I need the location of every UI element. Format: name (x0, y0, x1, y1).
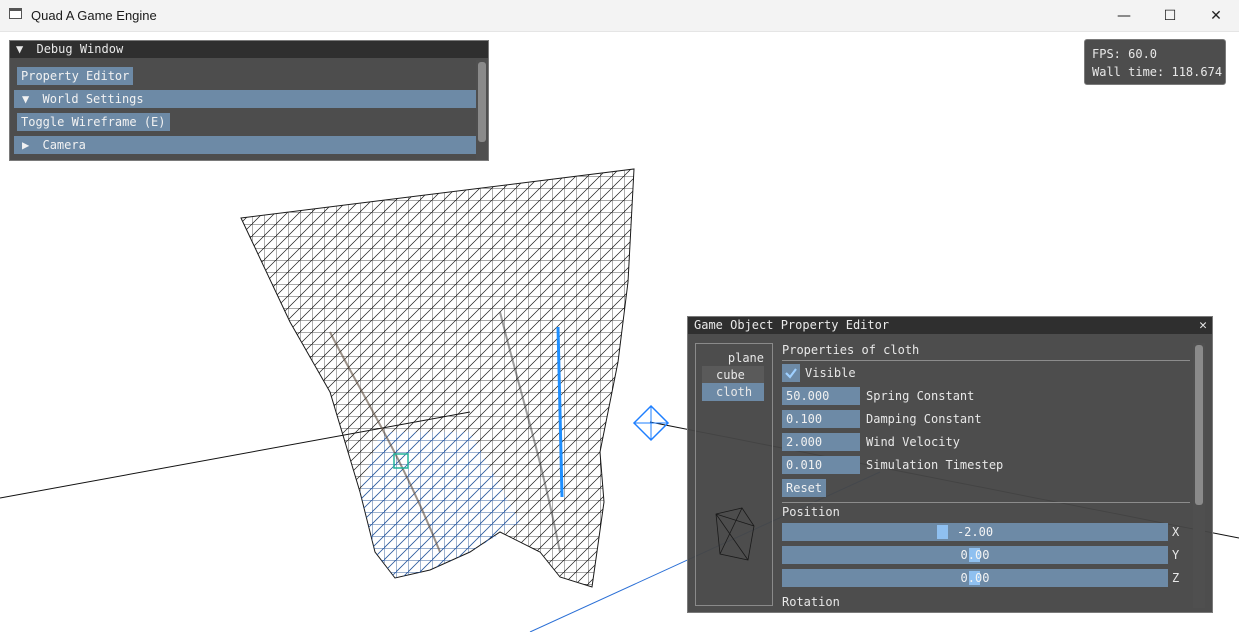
wind-velocity-input[interactable]: 2.000 (782, 433, 860, 451)
property-editor-button[interactable]: Property Editor (17, 67, 134, 85)
property-editor-window[interactable]: Game Object Property Editor ✕ plane cube… (687, 316, 1213, 613)
reset-button[interactable]: Reset (782, 479, 827, 497)
object-item-cube[interactable]: cube (702, 366, 764, 384)
stats-overlay: FPS: 60.0 Wall time: 118.674 (1084, 39, 1226, 85)
minimize-button[interactable]: — (1101, 0, 1147, 31)
simulation-timestep-input[interactable]: 0.010 (782, 456, 860, 474)
check-icon (785, 368, 797, 379)
position-z-value: 0.00 (960, 571, 990, 585)
world-settings-header[interactable]: ▼ World Settings (14, 90, 476, 108)
rotation-heading: Rotation (782, 595, 840, 609)
position-heading: Position (782, 505, 840, 519)
spring-constant-input[interactable]: 50.000 (782, 387, 860, 405)
property-editor-scrollbar[interactable] (1193, 343, 1205, 608)
property-editor-scrollbar-grab[interactable] (1195, 345, 1203, 505)
simulation-timestep-label: Simulation Timestep (866, 458, 1004, 472)
debug-window-title: Debug Window (36, 42, 124, 56)
properties-heading: Properties of cloth (782, 343, 920, 357)
separator (782, 360, 1190, 361)
property-editor-titlebar[interactable]: Game Object Property Editor (688, 317, 1212, 334)
debug-window-titlebar[interactable]: ▼ Debug Window (10, 41, 488, 58)
maximize-button[interactable]: ☐ (1147, 0, 1193, 31)
position-z-axis-label: Z (1172, 571, 1180, 585)
world-settings-label: World Settings (42, 92, 144, 106)
expanded-arrow-icon: ▼ (22, 92, 30, 106)
visible-checkbox[interactable] (782, 364, 800, 382)
position-y-axis-label: Y (1172, 548, 1180, 562)
collapse-arrow-icon[interactable]: ▼ (16, 42, 23, 56)
window-title: Quad A Game Engine (31, 8, 157, 23)
collapsed-arrow-icon: ▶ (22, 138, 30, 152)
spring-constant-label: Spring Constant (866, 389, 975, 403)
fps-label: FPS: 60.0 (1092, 47, 1158, 61)
debug-scrollbar-grab[interactable] (478, 62, 486, 142)
position-z-slider[interactable]: 0.00 (782, 569, 1168, 587)
object-list: plane cube cloth (695, 343, 773, 606)
position-y-slider[interactable]: 0.00 (782, 546, 1168, 564)
wall-time-label: Wall time: 118.674 (1092, 65, 1223, 79)
separator (782, 502, 1190, 503)
wind-velocity-label: Wind Velocity (866, 435, 960, 449)
position-y-value: 0.00 (960, 548, 990, 562)
damping-constant-input[interactable]: 0.100 (782, 410, 860, 428)
window-titlebar: Quad A Game Engine — ☐ ✕ (0, 0, 1239, 32)
camera-header[interactable]: ▶ Camera (14, 136, 476, 154)
camera-label: Camera (42, 138, 86, 152)
object-preview-icon (715, 507, 755, 561)
position-x-axis-label: X (1172, 525, 1180, 539)
toggle-wireframe-button[interactable]: Toggle Wireframe (E) (17, 113, 170, 131)
debug-window[interactable]: ▼ Debug Window Property Editor ▼ World S… (9, 40, 489, 161)
damping-constant-label: Damping Constant (866, 412, 982, 426)
close-icon[interactable]: ✕ (1199, 317, 1207, 334)
visible-label: Visible (805, 366, 856, 380)
position-x-slider[interactable]: -2.00 (782, 523, 1168, 541)
close-window-button[interactable]: ✕ (1193, 0, 1239, 31)
debug-scrollbar[interactable] (476, 60, 488, 160)
object-item-cloth[interactable]: cloth (702, 383, 764, 401)
position-x-value: -2.00 (956, 525, 994, 539)
object-item-plane[interactable]: plane (702, 349, 766, 367)
property-editor-title: Game Object Property Editor (694, 318, 890, 332)
app-icon (9, 8, 22, 19)
